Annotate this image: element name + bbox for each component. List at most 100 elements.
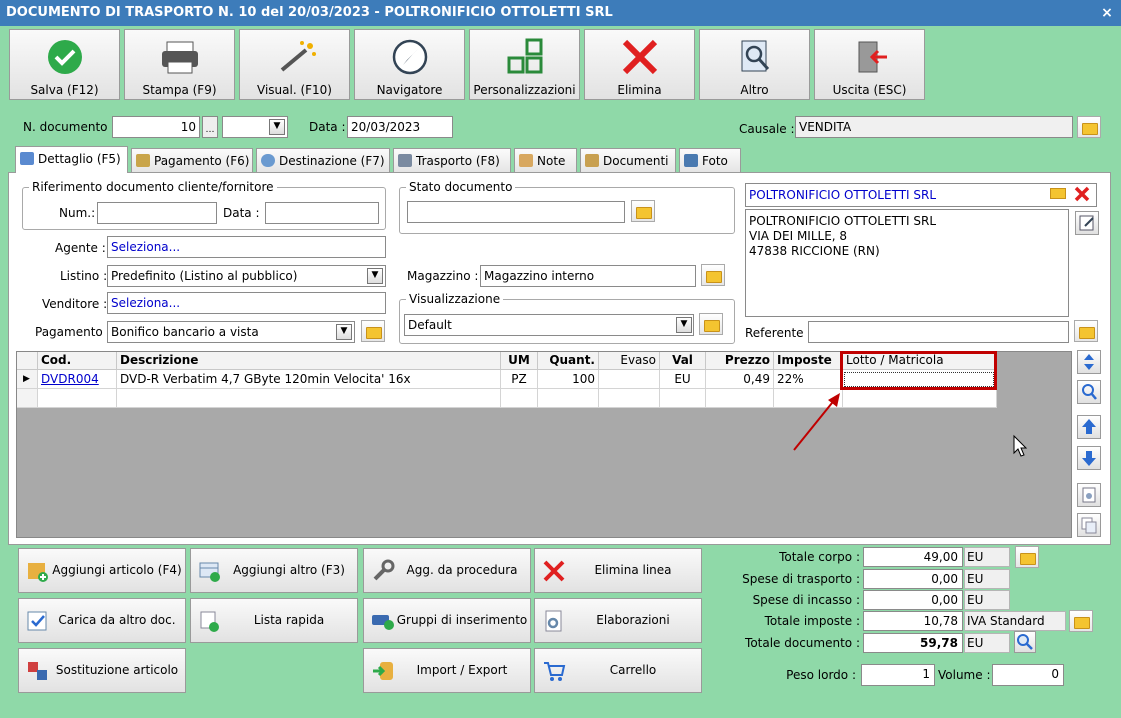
agg-da-procedura-button[interactable]: Agg. da procedura — [363, 548, 531, 593]
address-box[interactable]: POLTRONIFICIO OTTOLETTI SRL VIA DEI MILL… — [745, 209, 1069, 317]
row-val[interactable]: EU — [660, 370, 706, 389]
move-down-icon[interactable] — [1077, 446, 1101, 470]
empty-row-cell[interactable] — [38, 389, 117, 408]
pagamento-folder-icon[interactable] — [361, 320, 385, 342]
personalizzazioni-button[interactable]: Personalizzazioni — [469, 29, 580, 100]
uscita-button[interactable]: Uscita (ESC) — [814, 29, 925, 100]
empty-row-cell[interactable] — [599, 389, 660, 408]
totale-imposte-label: Totale imposte : — [764, 614, 860, 628]
import-export-button[interactable]: Import / Export — [363, 648, 531, 693]
data-field[interactable]: 20/03/2023 — [347, 116, 453, 138]
row-indicator[interactable]: ▶ — [17, 370, 38, 389]
settings-icon[interactable] — [1077, 483, 1101, 507]
elimina-button[interactable]: Elimina — [584, 29, 695, 100]
zoom-icon[interactable] — [1014, 631, 1036, 653]
magazzino-field[interactable]: Magazzino interno — [480, 265, 696, 287]
row-descrizione[interactable]: DVD-R Verbatim 4,7 GByte 120min Velocita… — [117, 370, 501, 389]
listino-select[interactable]: Predefinito (Listino al pubblico) — [107, 265, 386, 287]
edit-icon[interactable] — [1075, 211, 1099, 235]
num-field[interactable] — [97, 202, 217, 224]
tab-destinazione[interactable]: Destinazione (F7) — [256, 148, 390, 173]
navigatore-button[interactable]: Navigatore — [354, 29, 465, 100]
row-imposte[interactable]: 22% — [774, 370, 843, 389]
totale-imposte-folder-icon[interactable] — [1069, 610, 1093, 632]
row-evaso[interactable] — [599, 370, 660, 389]
carrello-button[interactable]: Carrello — [534, 648, 702, 693]
visualizzazione-folder-icon[interactable] — [699, 313, 723, 335]
chevron-down-icon[interactable]: ▼ — [676, 317, 692, 333]
totale-corpo-folder-icon[interactable] — [1015, 546, 1039, 568]
grid-header-evaso[interactable]: Evaso — [599, 352, 660, 370]
stampa-button[interactable]: Stampa (F9) — [124, 29, 235, 100]
grid-header-val[interactable]: Val — [660, 352, 706, 370]
grid-header-descrizione[interactable]: Descrizione — [117, 352, 501, 370]
empty-row-cell[interactable] — [843, 389, 997, 408]
tab-dettaglio[interactable]: Dettaglio (F5) — [15, 146, 128, 173]
row-cod[interactable]: DVDR004 — [38, 370, 117, 389]
aggiungi-articolo-button[interactable]: Aggiungi articolo (F4) — [18, 548, 186, 593]
peso-lordo-value[interactable]: 1 — [861, 664, 935, 686]
empty-row-cell[interactable] — [117, 389, 501, 408]
elaborazioni-button[interactable]: Elaborazioni — [534, 598, 702, 643]
grid-header-prezzo[interactable]: Prezzo — [706, 352, 774, 370]
empty-row-cell[interactable] — [538, 389, 599, 408]
carica-da-altro-doc-button[interactable]: Carica da altro doc. — [18, 598, 186, 643]
gruppi-di-inserimento-button[interactable]: Gruppi di inserimento — [363, 598, 531, 643]
n-documento-ellipsis-button[interactable]: … — [202, 116, 218, 138]
totale-corpo-value: 49,00 — [863, 547, 963, 567]
chevron-down-icon[interactable]: ▼ — [269, 119, 285, 135]
n-documento-field[interactable]: 10 — [112, 116, 200, 138]
cliente-folder-icon[interactable] — [1050, 188, 1066, 199]
chevron-down-icon[interactable]: ▼ — [336, 324, 352, 340]
tab-documenti[interactable]: Documenti — [580, 148, 676, 173]
close-icon[interactable]: × — [1099, 0, 1115, 26]
cliente-field[interactable]: POLTRONIFICIO OTTOLETTI SRL — [745, 183, 1097, 207]
chevron-down-icon[interactable]: ▼ — [367, 268, 383, 284]
referente-folder-icon[interactable] — [1074, 320, 1098, 342]
grid-header-quant[interactable]: Quant. — [538, 352, 599, 370]
grid-header-um[interactable]: UM — [501, 352, 538, 370]
visual-button[interactable]: Visual. (F10) — [239, 29, 350, 100]
referente-field[interactable] — [808, 321, 1069, 343]
grid-header-imposte[interactable]: Imposte — [774, 352, 843, 370]
causale-folder-icon[interactable] — [1077, 116, 1101, 138]
tab-pagamento[interactable]: Pagamento (F6) — [131, 148, 253, 173]
altro-button[interactable]: Altro — [699, 29, 810, 100]
tab-note[interactable]: Note — [514, 148, 577, 173]
spese-trasporto-value[interactable]: 0,00 — [863, 569, 963, 589]
empty-row-cell[interactable] — [501, 389, 538, 408]
move-up-icon[interactable] — [1077, 415, 1101, 439]
causale-field[interactable]: VENDITA — [795, 116, 1073, 138]
empty-row-cell[interactable] — [706, 389, 774, 408]
copy-icon[interactable] — [1077, 513, 1101, 537]
sort-icon[interactable] — [1077, 350, 1101, 374]
row-um[interactable]: PZ — [501, 370, 538, 389]
spese-incasso-unit: EU — [964, 590, 1010, 610]
visualizzazione-select[interactable]: Default — [404, 314, 694, 336]
venditore-field[interactable]: Seleziona... — [107, 292, 386, 314]
elimina-linea-button[interactable]: Elimina linea — [534, 548, 702, 593]
tab-foto[interactable]: Foto — [679, 148, 741, 173]
salva-button[interactable]: Salva (F12) — [9, 29, 120, 100]
empty-row-cell[interactable] — [660, 389, 706, 408]
remove-cliente-icon[interactable] — [1073, 185, 1091, 203]
compass-icon — [392, 39, 428, 75]
search-icon[interactable] — [1077, 380, 1101, 404]
pagamento-select[interactable]: Bonifico bancario a vista — [107, 321, 355, 343]
volume-value[interactable]: 0 — [992, 664, 1064, 686]
row-quant[interactable]: 100 — [538, 370, 599, 389]
agente-field[interactable]: Seleziona... — [107, 236, 386, 258]
aggiungi-altro-button[interactable]: Aggiungi altro (F3) — [190, 548, 358, 593]
stato-folder-icon[interactable] — [631, 200, 655, 222]
sostituzione-articolo-button[interactable]: Sostituzione articolo — [18, 648, 186, 693]
delete-x-icon — [543, 560, 565, 582]
magazzino-folder-icon[interactable] — [701, 264, 725, 286]
grid-header-cod[interactable]: Cod. — [38, 352, 117, 370]
spese-incasso-value[interactable]: 0,00 — [863, 590, 963, 610]
lista-rapida-button[interactable]: Lista rapida — [190, 598, 358, 643]
stato-field[interactable] — [407, 201, 625, 223]
rif-data-field[interactable] — [265, 202, 379, 224]
row-prezzo[interactable]: 0,49 — [706, 370, 774, 389]
money-icon — [136, 154, 150, 167]
tab-trasporto[interactable]: Trasporto (F8) — [393, 148, 511, 173]
